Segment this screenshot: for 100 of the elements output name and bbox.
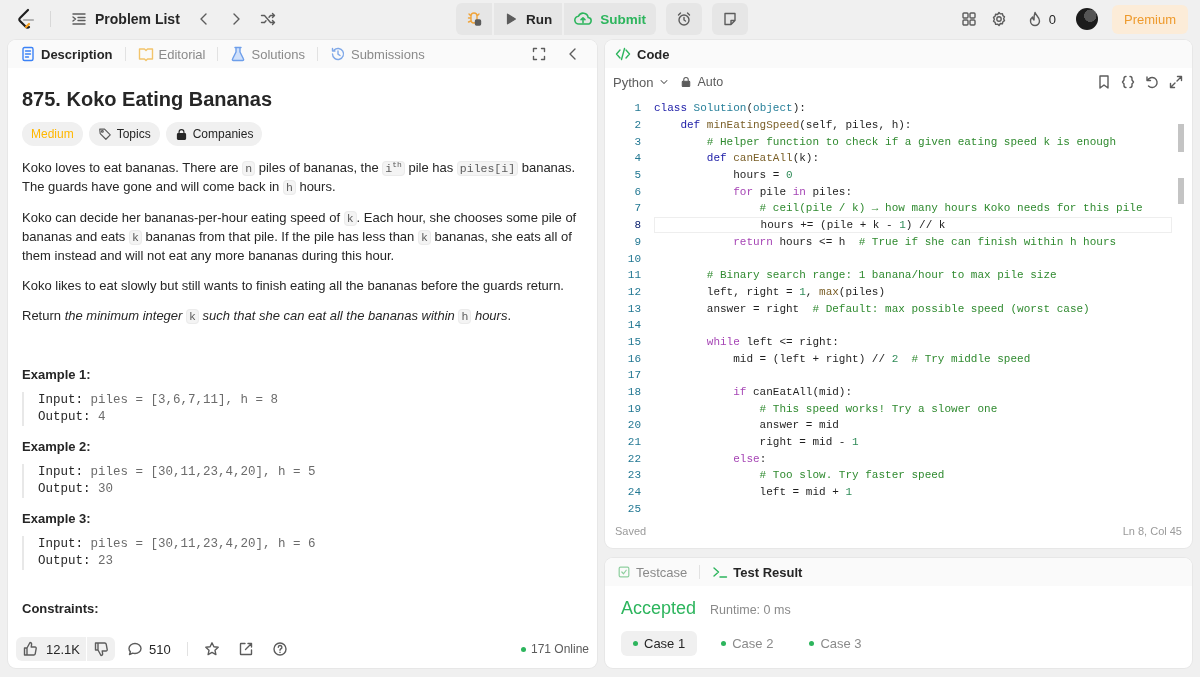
line-number: 7 [633, 202, 641, 215]
shuffle-icon [259, 11, 276, 27]
case-tab[interactable]: Case 3 [797, 631, 874, 656]
case-tab[interactable]: Case 1 [621, 631, 698, 656]
list-icon[interactable] [71, 11, 87, 27]
line-number: 13 [626, 302, 641, 315]
note-icon [722, 11, 738, 27]
logo-icon[interactable] [16, 8, 36, 30]
star-icon [203, 641, 220, 657]
code-line[interactable]: else: [654, 450, 1172, 467]
example-heading: Example 3: [22, 509, 92, 528]
code-line[interactable]: # Too slow. Try faster speed [654, 467, 1172, 484]
share-icon [237, 641, 254, 657]
run-button[interactable]: Run [494, 3, 563, 35]
problem-list-button[interactable]: Problem List [65, 7, 186, 31]
code-line[interactable]: answer = mid [654, 417, 1172, 434]
line-number: 19 [626, 402, 641, 415]
bookmark-icon[interactable] [1096, 74, 1112, 90]
code-line[interactable]: # Binary search range: 1 banana/hour to max pile size [654, 267, 1172, 284]
timer-button[interactable] [666, 3, 702, 35]
save-status: Saved [615, 525, 647, 537]
line-number: 8 [633, 219, 641, 232]
document-icon[interactable] [20, 46, 36, 62]
code-line[interactable]: # Helper function to check if a given eating speed k is enough [654, 133, 1172, 150]
example-heading: Example 1: [22, 365, 92, 384]
runtime-text: Runtime: 0 ms [710, 603, 791, 617]
avatar[interactable] [1076, 8, 1098, 30]
play-icon [504, 12, 518, 26]
scrollbar-thumb[interactable] [1178, 124, 1184, 152]
line-number: 23 [626, 469, 641, 482]
code-line[interactable]: right = mid - 1 [654, 434, 1172, 451]
example-line: Output: 23 [38, 552, 115, 570]
streak-counter[interactable]: 0 [1020, 10, 1062, 28]
thumbs-down-icon [93, 641, 109, 657]
cursor-position: Ln 8, Col 45 [1122, 525, 1182, 537]
code-line[interactable]: class Solution(object): [654, 100, 1172, 117]
result-status: Accepted [621, 598, 697, 619]
line-number: 17 [626, 369, 641, 382]
undo-icon[interactable] [1144, 74, 1160, 90]
code-line[interactable]: def canEatAll(k): [654, 150, 1172, 167]
line-number: 12 [626, 285, 641, 298]
line-number: 1 [633, 102, 641, 115]
line-number: 2 [633, 119, 641, 132]
line-number: 5 [633, 169, 641, 182]
line-number: 21 [626, 436, 641, 449]
line-number: 3 [633, 135, 641, 148]
line-number: 6 [633, 185, 641, 198]
flask-icon[interactable] [230, 46, 247, 62]
description-paragraph: Koko likes to eat slowly but still wants to finish eating all the bananas before the guards return. [22, 276, 565, 295]
code-line[interactable]: # This speed works! Try a slower one [654, 400, 1172, 417]
settings-icon[interactable] [990, 11, 1007, 27]
tag-icon [97, 127, 112, 141]
curly-braces-icon[interactable] [1120, 74, 1136, 90]
expand-corners-icon [531, 46, 547, 62]
tag-chip[interactable]: Companies [165, 122, 263, 146]
code-line[interactable]: for pile in piles: [654, 183, 1172, 200]
code-line[interactable]: mid = (left + right) // 2 # Try middle speed [654, 350, 1172, 367]
code-line[interactable]: left = mid + 1 [654, 484, 1172, 501]
thumbs-up-icon [22, 641, 38, 657]
auto-mode-toggle[interactable]: Auto [680, 75, 724, 89]
line-number: 4 [633, 152, 641, 165]
line-number: 24 [626, 486, 641, 499]
code-line[interactable]: hours = 0 [654, 167, 1172, 184]
example-line: Input: piles = [30,11,23,4,20], h = 6 [38, 535, 317, 553]
notes-button[interactable] [712, 3, 748, 35]
example-line: Input: piles = [3,6,7,11], h = 8 [38, 391, 280, 409]
line-number: 10 [626, 252, 641, 265]
code-line[interactable]: def minEatingSpeed(self, piles, h): [654, 117, 1172, 134]
code-line[interactable]: if canEatAll(mid): [654, 384, 1172, 401]
example-line: Output: 4 [38, 408, 107, 426]
line-number: 15 [626, 335, 641, 348]
code-line[interactable]: left, right = 1, max(piles) [654, 283, 1172, 300]
tag-chip[interactable]: Topics [88, 122, 160, 146]
alarm-clock-icon [676, 11, 692, 27]
code-line[interactable]: return hours <= h # True if she can finish within h hours [654, 233, 1172, 250]
line-number: 9 [633, 235, 641, 248]
code-line[interactable]: answer = right # Default: max possible speed (worst case) [654, 300, 1172, 317]
layout-grid-icon[interactable] [960, 11, 977, 27]
code-line[interactable]: while left <= right: [654, 333, 1172, 350]
example-heading: Example 2: [22, 437, 92, 456]
line-number: 20 [626, 419, 641, 432]
comments-button[interactable]: 510 [121, 637, 177, 661]
debug-button[interactable] [456, 3, 492, 35]
section-heading: Constraints: [22, 599, 100, 618]
problem-title: 875. Koko Eating Bananas [22, 87, 274, 112]
code-line[interactable]: # ceil(pile / k) → how many hours Koko needs for this pile [654, 200, 1172, 217]
panel-tab[interactable]: Description [18, 44, 115, 64]
panel-tab[interactable]: Test Result [710, 562, 805, 582]
language-dropdown[interactable]: Python [613, 74, 671, 90]
line-number: 22 [626, 452, 641, 465]
expand-icon[interactable] [1168, 74, 1184, 90]
scroll-marker [1178, 178, 1184, 204]
panel-title: Code [637, 46, 670, 62]
case-tab[interactable]: Case 2 [709, 631, 786, 656]
online-count: 171 Online [520, 642, 589, 656]
speech-bubble-icon [127, 641, 143, 657]
difficulty-badge: Medium [22, 122, 83, 146]
line-number: 14 [626, 319, 641, 332]
help-icon [271, 641, 288, 657]
example-line: Input: piles = [30,11,23,4,20], h = 5 [38, 463, 317, 481]
